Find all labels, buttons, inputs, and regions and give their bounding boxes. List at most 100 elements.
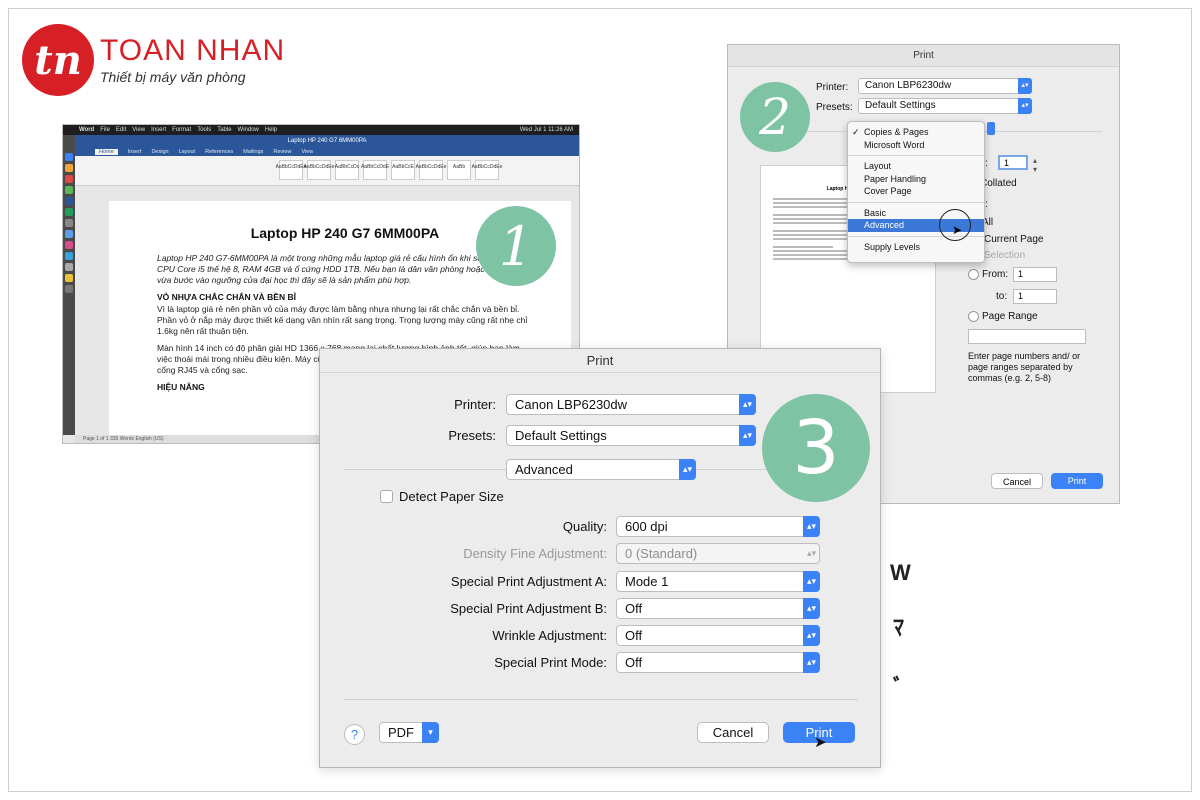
- printer-select[interactable]: Canon LBP6230dw ▴▾: [506, 394, 756, 415]
- app-icon[interactable]: [65, 164, 73, 172]
- app-icon[interactable]: [65, 263, 73, 271]
- style-subtitle[interactable]: AaBbCcDdEe: [416, 160, 446, 180]
- presets-select[interactable]: Default Settings ▴▾: [858, 98, 1032, 114]
- finder-icon[interactable]: [65, 153, 73, 161]
- menu-view[interactable]: View: [132, 127, 145, 133]
- menu-item-microsoft-word[interactable]: Microsoft Word: [848, 139, 984, 152]
- app-icon[interactable]: [65, 230, 73, 238]
- adjust-a-label: Special Print Adjustment A:: [450, 574, 607, 589]
- tab-mailings[interactable]: Mailings: [243, 149, 263, 155]
- presets-label: Presets:: [816, 102, 853, 113]
- style-big[interactable]: AaBb: [447, 160, 471, 180]
- style-title[interactable]: AaBbCcE: [391, 160, 415, 180]
- wrinkle-select[interactable]: Off ▴▾: [616, 625, 820, 646]
- pdf-menu-button[interactable]: PDF ▾: [379, 722, 439, 743]
- app-icon[interactable]: [65, 175, 73, 183]
- to-field[interactable]: 1: [1013, 289, 1057, 304]
- cancel-button[interactable]: Cancel: [697, 722, 769, 743]
- chevron-updown-icon: ▴▾: [803, 571, 820, 592]
- adjust-a-select[interactable]: Mode 1 ▴▾: [616, 571, 820, 592]
- from-field[interactable]: 1: [1013, 267, 1057, 282]
- tab-references[interactable]: References: [205, 149, 233, 155]
- detect-paper-checkbox[interactable]: Detect Paper Size: [380, 489, 504, 504]
- special-mode-select[interactable]: Off ▴▾: [616, 652, 820, 673]
- pdf-label: PDF: [388, 725, 414, 740]
- doc-paragraph: Vì là laptop giá rẻ nên phần vỏ của máy …: [157, 304, 528, 336]
- style-heading2[interactable]: AaBbCcDdE: [361, 160, 389, 180]
- adjust-b-value: Off: [625, 601, 643, 616]
- app-icon[interactable]: [65, 219, 73, 227]
- word-app-icon[interactable]: [65, 197, 73, 205]
- menu-file[interactable]: File: [100, 127, 110, 133]
- tab-home[interactable]: Home: [95, 148, 118, 155]
- panel-menu: Copies & Pages Microsoft Word Layout Pap…: [847, 121, 985, 263]
- chevron-updown-icon: ▴▾: [739, 425, 756, 446]
- cancel-button[interactable]: Cancel: [991, 473, 1043, 489]
- tab-design[interactable]: Design: [151, 149, 168, 155]
- app-icon[interactable]: [65, 208, 73, 216]
- chevron-updown-icon: ▴▾: [803, 652, 820, 673]
- menu-table[interactable]: Table: [217, 127, 231, 133]
- font-controls[interactable]: [95, 160, 275, 185]
- tab-layout[interactable]: Layout: [179, 149, 196, 155]
- page-range-radio[interactable]: Page Range: [968, 311, 1038, 322]
- special-mode-value: Off: [625, 655, 643, 670]
- chevron-updown-icon: ▴▾: [806, 548, 817, 558]
- printer-label: Printer:: [454, 397, 496, 412]
- app-icon[interactable]: [65, 241, 73, 249]
- menu-word[interactable]: Word: [79, 127, 94, 133]
- menu-item-layout[interactable]: Layout: [848, 160, 984, 173]
- tab-view[interactable]: View: [301, 149, 313, 155]
- to-label: to:: [996, 291, 1008, 302]
- menu-item-copies-pages[interactable]: Copies & Pages: [848, 126, 984, 139]
- range-from-radio[interactable]: From:: [968, 269, 1008, 280]
- chevron-updown-icon: ▴▾: [739, 394, 756, 415]
- background-text: ﾞ: [893, 675, 905, 700]
- quality-select[interactable]: 600 dpi ▴▾: [616, 516, 820, 537]
- page-range-field[interactable]: [968, 329, 1086, 344]
- style-subtle[interactable]: AaBbCcDdEe: [472, 160, 502, 180]
- trash-icon[interactable]: [65, 285, 73, 293]
- logo-mark: tn: [22, 24, 94, 96]
- pages-selection[interactable]: Selection: [984, 250, 1025, 261]
- copies-stepper[interactable]: ▴ ▾: [1033, 156, 1037, 174]
- mac-dock: [63, 135, 75, 435]
- adjust-b-select[interactable]: Off ▴▾: [616, 598, 820, 619]
- tab-review[interactable]: Review: [273, 149, 291, 155]
- adjust-a-value: Mode 1: [625, 574, 669, 589]
- pages-current[interactable]: Current Page: [984, 234, 1043, 245]
- app-icon[interactable]: [65, 274, 73, 282]
- print-button[interactable]: Print: [1051, 473, 1103, 489]
- page-range-label: Page Range: [982, 311, 1038, 323]
- menu-tools[interactable]: Tools: [197, 127, 211, 133]
- menu-item-cover-page[interactable]: Cover Page: [848, 185, 984, 198]
- panel-select[interactable]: Advanced ▴▾: [506, 459, 696, 480]
- page-range-hint: Enter page numbers and/ or page ranges s…: [968, 351, 1081, 383]
- quality-label: Quality:: [562, 519, 607, 534]
- help-button[interactable]: ?: [344, 724, 365, 745]
- menu-item-paper-handling[interactable]: Paper Handling: [848, 173, 984, 186]
- menu-edit[interactable]: Edit: [116, 127, 126, 133]
- style-no-spacing[interactable]: AaBbCcDdEe: [304, 160, 334, 180]
- copies-field[interactable]: 1: [998, 155, 1028, 170]
- panel-value: Advanced: [515, 462, 573, 477]
- menu-format[interactable]: Format: [172, 127, 191, 133]
- density-label: Density Fine Adjustment:: [463, 546, 607, 561]
- menu-window[interactable]: Window: [238, 127, 259, 133]
- chevron-updown-icon: ▴▾: [1018, 98, 1032, 114]
- word-window-title: Laptop HP 240 G7 6MM00PA: [75, 135, 579, 147]
- menu-help[interactable]: Help: [265, 127, 277, 133]
- chevron-updown-icon: ▴▾: [679, 459, 696, 480]
- app-icon[interactable]: [65, 186, 73, 194]
- presets-select[interactable]: Default Settings ▴▾: [506, 425, 756, 446]
- menu-insert[interactable]: Insert: [151, 127, 166, 133]
- style-normal[interactable]: AaBbCcDdEe: [276, 160, 306, 180]
- menu-item-supply-levels[interactable]: Supply Levels: [848, 241, 984, 254]
- style-heading1[interactable]: AaBbCcDc: [335, 160, 359, 180]
- printer-select[interactable]: Canon LBP6230dw ▴▾: [858, 78, 1032, 94]
- step-badge-1: 1: [476, 206, 556, 286]
- logo-tagline: Thiết bị máy văn phòng: [100, 69, 246, 85]
- presets-value: Default Settings: [865, 100, 936, 111]
- tab-insert[interactable]: Insert: [128, 149, 142, 155]
- app-icon[interactable]: [65, 252, 73, 260]
